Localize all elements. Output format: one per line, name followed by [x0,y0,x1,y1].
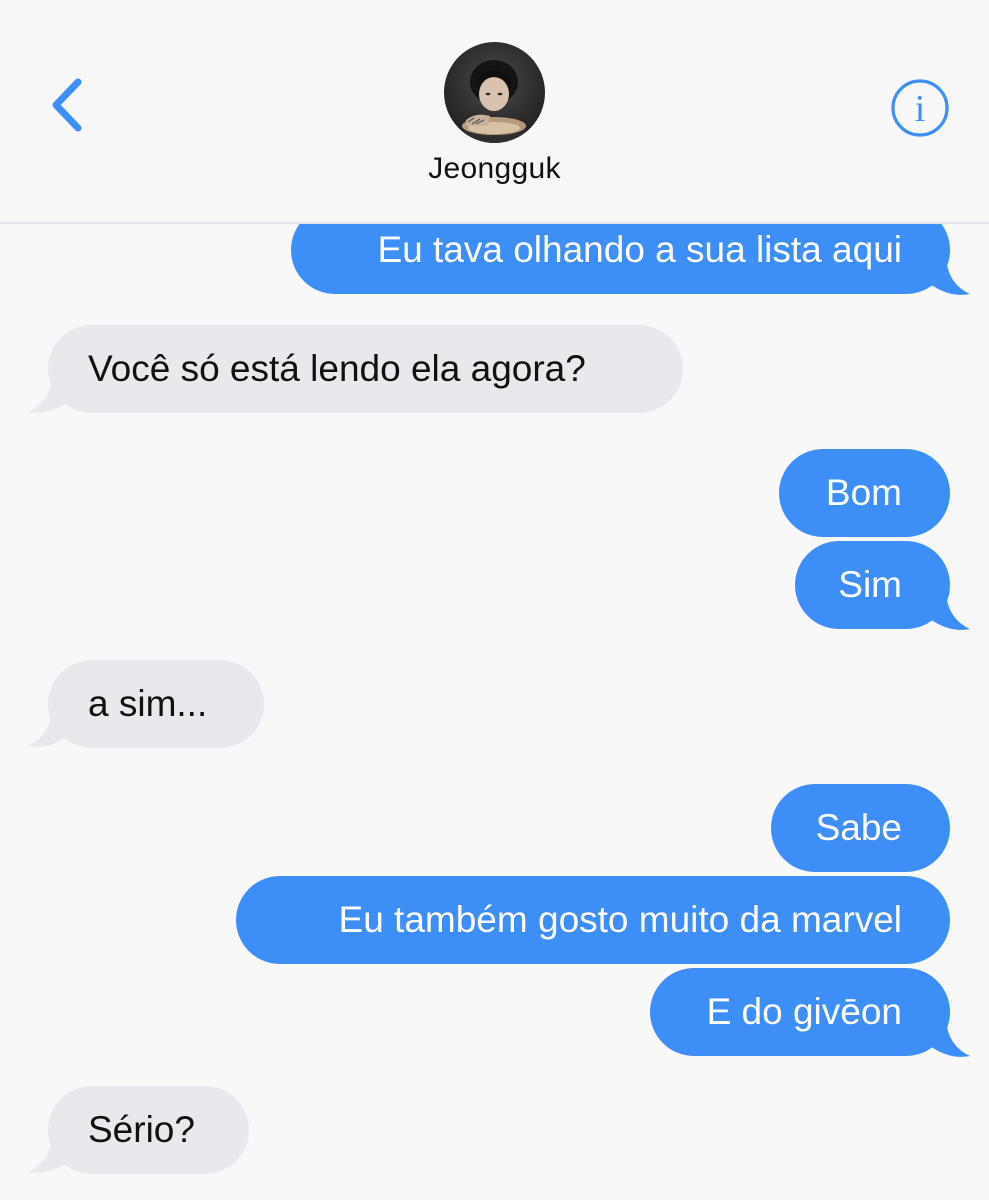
incoming-message[interactable]: a sim... [48,660,264,748]
bubble-tail [928,1020,970,1057]
outgoing-message[interactable]: E do givēon [650,968,950,1056]
info-circle-icon: i [891,79,949,137]
svg-text:i: i [915,88,926,130]
message-list[interactable]: Eu tava olhando a sua lista aqui Você só… [0,224,989,1200]
outgoing-message[interactable]: Bom [779,449,950,537]
avatar-photo [444,42,545,143]
outgoing-message[interactable]: Sim [795,541,950,629]
incoming-message[interactable]: Você só está lendo ela agora? [48,325,683,413]
back-button[interactable] [40,72,100,138]
outgoing-message[interactable]: Eu tava olhando a sua lista aqui [291,224,950,294]
bubble-tail [928,258,970,295]
outgoing-message[interactable]: Sabe [771,784,950,872]
contact-name[interactable]: Jeongguk [0,152,989,186]
info-button[interactable]: i [888,76,952,140]
contact-avatar[interactable] [444,42,545,143]
bubble-tail [928,593,970,630]
outgoing-message[interactable]: Eu também gosto muito da marvel [236,876,950,964]
conversation-header: Jeongguk i [0,0,989,224]
incoming-message[interactable]: Sério? [48,1086,249,1174]
chevron-left-icon [52,78,82,132]
